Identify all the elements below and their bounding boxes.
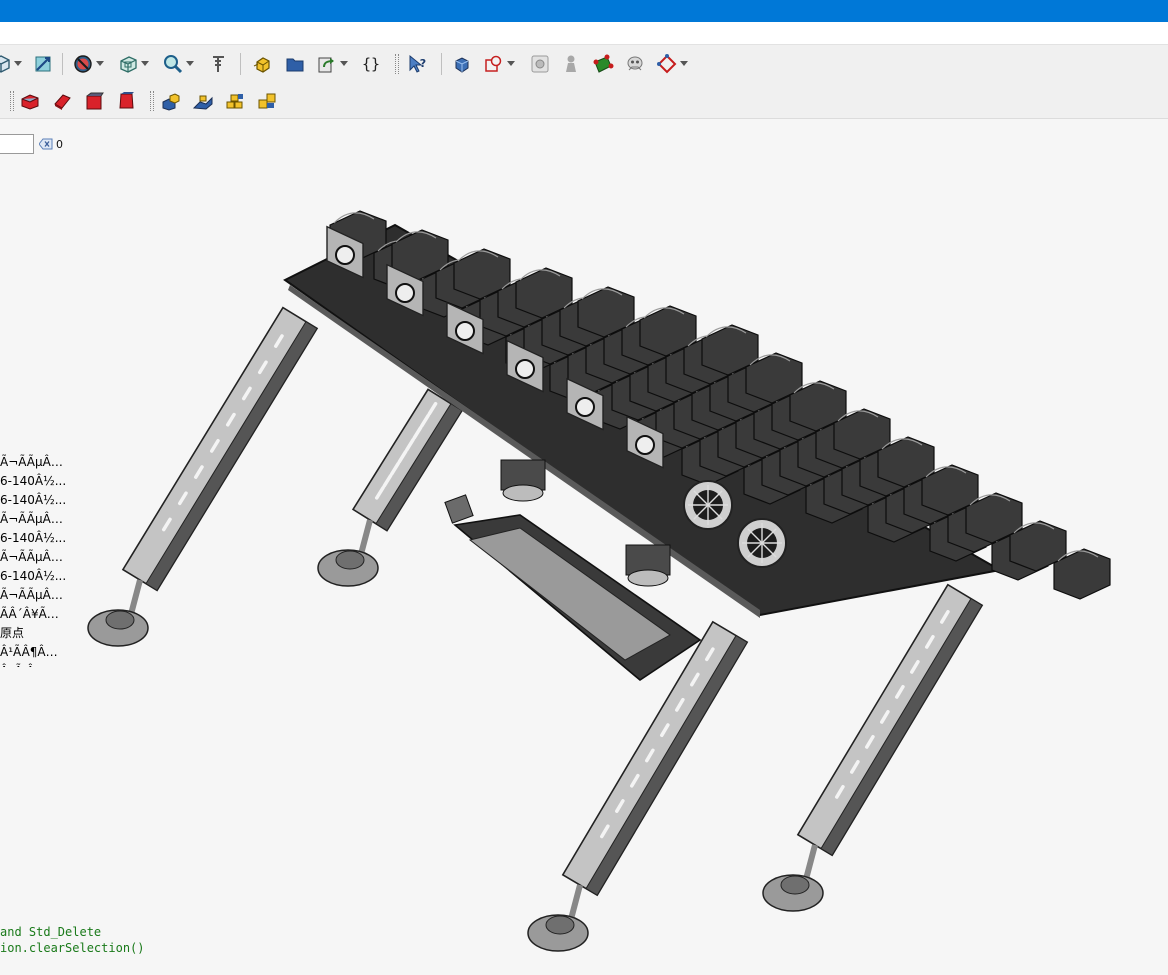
extrude-red-icon	[54, 93, 71, 110]
dropdown-arrow-icon[interactable]	[186, 61, 194, 66]
refine-button[interactable]	[527, 51, 553, 76]
leg-channel	[585, 634, 748, 896]
dropdown-arrow-icon[interactable]	[96, 61, 104, 66]
figure-icon	[566, 55, 576, 72]
motor-shaft-icon	[635, 435, 655, 455]
motor-shaft-icon	[395, 283, 415, 303]
leveling-foot-top	[545, 915, 575, 935]
macro-braces-button[interactable]: {}	[358, 51, 384, 76]
draw-style-button[interactable]	[70, 51, 96, 76]
assembly-stack-icon	[226, 93, 243, 108]
motor-shaft-icon	[575, 397, 595, 417]
motor-shaft-icon	[335, 245, 355, 265]
toolbar-view: {}?	[0, 45, 1168, 83]
toolbar-separator	[62, 53, 63, 75]
view-isometric-button[interactable]	[0, 51, 14, 76]
assembly-stairs-icon	[192, 95, 213, 110]
view-measure-icon	[35, 56, 51, 71]
zoom-button[interactable]	[160, 51, 186, 76]
dropdown-arrow-icon[interactable]	[14, 61, 22, 66]
3d-model[interactable]	[0, 119, 1168, 975]
part-design-icon	[455, 56, 469, 73]
svg-text:{}: {}	[362, 55, 380, 73]
drive-endcap	[444, 494, 474, 524]
measure-ruler-icon	[213, 55, 224, 72]
assembly-stack-button[interactable]	[222, 88, 248, 113]
draw-style-icon	[74, 54, 92, 73]
leg-channel	[820, 597, 983, 856]
figure-button[interactable]	[558, 51, 584, 76]
assembly-stairs-button[interactable]	[190, 88, 216, 113]
assembly-parts-icon	[258, 93, 276, 108]
folder-icon	[286, 58, 304, 71]
svg-text:?: ?	[420, 57, 426, 70]
view-box-button[interactable]	[115, 51, 141, 76]
datum-icon	[657, 53, 677, 73]
hanging-motor-base	[502, 484, 544, 502]
toolbar-grip[interactable]	[10, 91, 14, 111]
folder-button[interactable]	[282, 51, 308, 76]
sketch-icon	[593, 54, 614, 73]
part-icon	[253, 56, 270, 73]
cube-red-button[interactable]	[17, 88, 43, 113]
leg-profile	[351, 388, 464, 532]
toolbar-separator	[441, 53, 442, 75]
view-isometric-icon	[0, 54, 10, 73]
box-red-icon	[86, 92, 104, 109]
clone-icon	[485, 55, 502, 72]
title-bar	[0, 0, 1168, 22]
dropdown-arrow-icon[interactable]	[507, 61, 515, 66]
assembly-parts-button[interactable]	[254, 88, 280, 113]
leg-channel	[145, 320, 318, 592]
leveling-foot-top	[780, 875, 810, 895]
toolbar-separator	[240, 53, 241, 75]
toolbar-assembly	[0, 82, 1168, 119]
datum-button[interactable]	[654, 51, 680, 76]
clone-button[interactable]	[481, 51, 507, 76]
prism-red-button[interactable]	[113, 88, 139, 113]
extrude-red-button[interactable]	[49, 88, 75, 113]
assembly-blocks-button[interactable]	[158, 88, 184, 113]
link-button[interactable]	[314, 51, 340, 76]
dropdown-arrow-icon[interactable]	[340, 61, 348, 66]
menu-bar	[0, 22, 1168, 45]
whats-this-button[interactable]: ?	[404, 51, 430, 76]
part-button[interactable]	[250, 51, 276, 76]
refine-icon	[531, 55, 549, 72]
part-design-button[interactable]	[449, 51, 475, 76]
macro-braces-icon: {}	[362, 55, 380, 73]
whats-this-icon: ?	[409, 54, 426, 73]
view-measure-button[interactable]	[30, 51, 56, 76]
dropdown-arrow-icon[interactable]	[680, 61, 688, 66]
sketch-button[interactable]	[590, 51, 616, 76]
robot-icon	[627, 56, 643, 70]
measure-ruler-button[interactable]	[205, 51, 231, 76]
assembly-blocks-icon	[162, 92, 180, 111]
toolbar-grip[interactable]	[150, 91, 154, 111]
dropdown-arrow-icon[interactable]	[141, 61, 149, 66]
leveling-foot-top	[105, 610, 135, 630]
motor-shaft-icon	[515, 359, 535, 379]
toolbar-grip[interactable]	[395, 54, 399, 74]
leveling-foot-top	[335, 550, 365, 570]
cube-red-icon	[21, 93, 39, 110]
leg-profile	[121, 306, 319, 592]
motor-shaft-icon	[455, 321, 475, 341]
box-red-button[interactable]	[81, 88, 107, 113]
zoom-icon	[164, 54, 183, 73]
view-box-icon	[120, 55, 137, 73]
prism-red-icon	[119, 91, 134, 108]
robot-button[interactable]	[622, 51, 648, 76]
link-icon	[318, 57, 334, 72]
hanging-motor-base	[627, 569, 669, 587]
